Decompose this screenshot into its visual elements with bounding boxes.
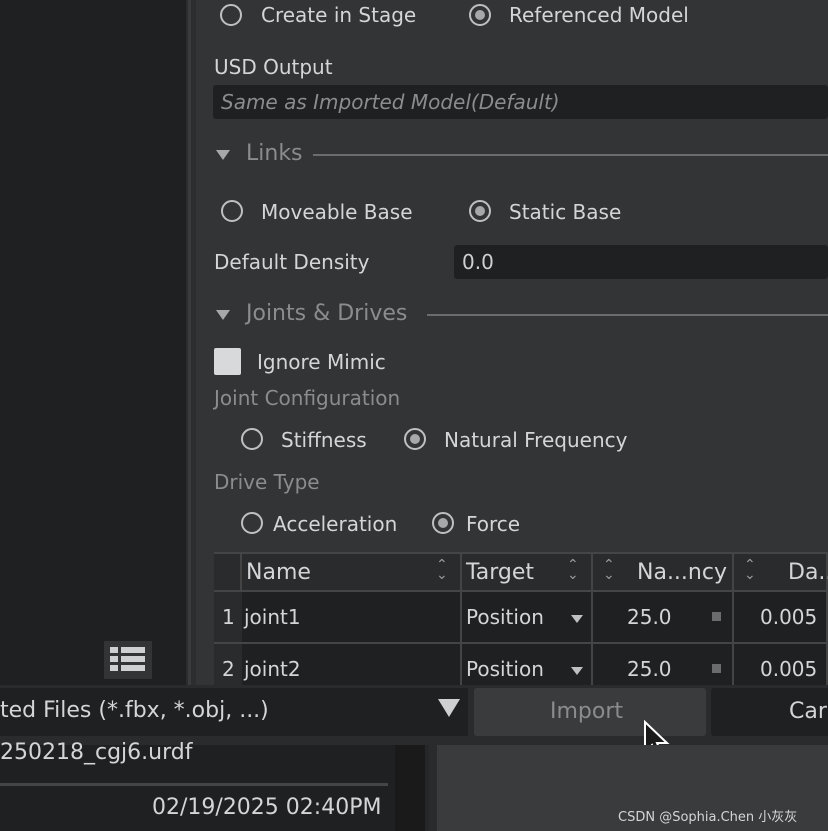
default-density-value: 0.0 xyxy=(462,250,494,274)
cancel-button-label: Car xyxy=(789,699,827,724)
target-dropdown[interactable]: Position xyxy=(462,592,593,642)
stiffness-radio[interactable] xyxy=(241,428,263,450)
field-handle-icon xyxy=(712,664,721,673)
joints-divider xyxy=(427,314,828,316)
file-browser-panel xyxy=(0,0,186,690)
referenced-model-label: Referenced Model xyxy=(509,3,689,27)
col-header-damping[interactable]: ⌃⌄ Da... xyxy=(734,554,828,590)
natural-frequency-label: Natural Frequency xyxy=(444,428,628,452)
links-divider xyxy=(313,154,828,156)
sort-icon: ⌃ ⌄ xyxy=(436,557,448,583)
file-type-filter-label: ted Files (*.fbx, *.obj, ...) xyxy=(0,698,269,723)
table-cell-name[interactable]: joint1 xyxy=(242,592,462,642)
col-header-name[interactable]: Name ⌃ ⌄ xyxy=(242,554,462,590)
filter-dropdown-icon[interactable] xyxy=(438,699,460,717)
file-progress-divider xyxy=(0,783,388,786)
file-search-input[interactable] xyxy=(0,646,102,676)
col-header-freq-label: Na...ncy xyxy=(637,560,727,585)
bottom-divider xyxy=(429,745,437,831)
damping-field[interactable]: 0.005 xyxy=(734,592,828,642)
usd-output-placeholder: Same as Imported Model(Default) xyxy=(221,90,560,114)
default-density-label: Default Density xyxy=(214,250,370,274)
force-radio[interactable] xyxy=(432,512,454,534)
dropdown-arrow-icon xyxy=(571,615,583,623)
file-list-scrollbar[interactable] xyxy=(395,745,425,831)
moveable-base-radio[interactable] xyxy=(221,200,243,222)
create-in-stage-label: Create in Stage xyxy=(261,3,417,27)
drive-type-label: Drive Type xyxy=(214,470,320,494)
links-section-title: Links xyxy=(246,141,303,166)
joints-collapse-icon[interactable] xyxy=(216,310,230,320)
splitter-line xyxy=(188,0,191,690)
usd-output-field[interactable]: Same as Imported Model(Default) xyxy=(213,85,828,119)
cancel-button[interactable]: Car xyxy=(711,688,828,736)
dropdown-arrow-icon xyxy=(571,667,583,675)
natural-frequency-radio[interactable] xyxy=(404,428,426,450)
file-date: 02/19/2025 02:40PM xyxy=(152,795,382,820)
frequency-field[interactable]: 25.0 xyxy=(593,592,734,642)
table-corner xyxy=(214,554,242,590)
acceleration-label: Acceleration xyxy=(273,512,398,536)
ignore-mimic-checkbox[interactable] xyxy=(214,348,241,375)
stiffness-label: Stiffness xyxy=(281,428,367,452)
col-header-target-label: Target xyxy=(466,560,535,585)
static-base-radio[interactable] xyxy=(469,200,491,222)
col-header-damping-label: Da... xyxy=(788,560,828,585)
sort-icon: ⌃ ⌄ xyxy=(744,557,756,583)
watermark: CSDN @Sophia.Chen 小灰灰 xyxy=(618,810,798,825)
sort-icon: ⌃ ⌄ xyxy=(567,557,579,583)
static-base-label: Static Base xyxy=(509,200,622,224)
field-handle-icon xyxy=(712,612,721,621)
sort-icon: ⌃ ⌄ xyxy=(603,557,615,583)
default-density-field[interactable]: 0.0 xyxy=(454,245,828,279)
col-header-target[interactable]: Target ⌃ ⌄ xyxy=(462,554,593,590)
joint-config-label: Joint Configuration xyxy=(214,386,401,410)
file-type-filter[interactable]: ted Files (*.fbx, *.obj, ...) xyxy=(0,688,468,736)
referenced-model-radio[interactable] xyxy=(469,4,491,26)
force-label: Force xyxy=(466,512,521,536)
import-button-label: Import xyxy=(550,699,624,724)
file-name: 250218_cgj6.urdf xyxy=(0,740,193,765)
moveable-base-label: Moveable Base xyxy=(261,200,413,224)
list-view-icon[interactable] xyxy=(104,641,152,679)
import-button[interactable]: Import xyxy=(474,688,706,736)
acceleration-radio[interactable] xyxy=(241,512,263,534)
col-header-name-label: Name xyxy=(246,560,311,585)
col-header-natural-frequency[interactable]: ⌃ ⌄ Na...ncy xyxy=(593,554,734,590)
row-number: 1 xyxy=(214,592,242,642)
ignore-mimic-label: Ignore Mimic xyxy=(257,350,386,374)
links-collapse-icon[interactable] xyxy=(216,150,230,160)
joints-section-title: Joints & Drives xyxy=(246,301,408,326)
create-in-stage-radio[interactable] xyxy=(220,4,242,26)
usd-output-label: USD Output xyxy=(214,55,333,79)
